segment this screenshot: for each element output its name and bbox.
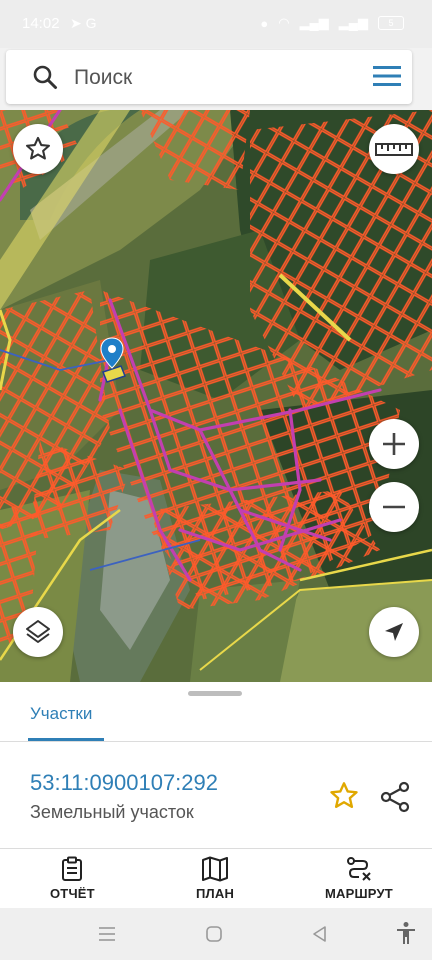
satellite-map[interactable] bbox=[0, 110, 432, 682]
status-bar: 14:02 ➤ G ● ◠ ▂▄▆ ▂▄▆ 5 bbox=[0, 0, 432, 48]
search-icon[interactable] bbox=[32, 64, 58, 90]
favorites-button[interactable] bbox=[13, 124, 63, 174]
tab-divider bbox=[0, 741, 432, 742]
status-system-icons: ● ◠ ▂▄▆ ▂▄▆ 5 bbox=[260, 15, 404, 31]
nav-plan[interactable]: ПЛАН bbox=[196, 856, 234, 901]
signal-icon: ▂▄▆ bbox=[299, 15, 329, 30]
battery-icon: 5 bbox=[378, 16, 404, 30]
nav-report-label: ОТЧЁТ bbox=[50, 886, 95, 901]
wifi-icon: ◠ bbox=[278, 15, 290, 30]
zoom-out-button[interactable] bbox=[369, 482, 419, 532]
ruler-button[interactable] bbox=[369, 124, 419, 174]
back-icon[interactable] bbox=[311, 925, 329, 943]
map-view[interactable] bbox=[0, 110, 432, 682]
accessibility-icon[interactable] bbox=[395, 921, 417, 945]
nav-route-label: МАРШРУТ bbox=[325, 886, 393, 901]
status-time: 14:02 bbox=[22, 15, 60, 32]
parcel-cadastral-number[interactable]: 53:11:0900107:292 bbox=[30, 770, 218, 796]
nav-route[interactable]: МАРШРУТ bbox=[325, 856, 393, 901]
nav-plan-label: ПЛАН bbox=[196, 886, 235, 901]
home-icon[interactable] bbox=[205, 925, 223, 943]
search-bar bbox=[6, 50, 412, 104]
my-location-button[interactable] bbox=[369, 607, 419, 657]
route-icon bbox=[346, 857, 371, 881]
recent-apps-icon[interactable] bbox=[98, 925, 116, 943]
tab-parcels[interactable]: Участки bbox=[30, 704, 92, 724]
sheet-bottom-divider bbox=[0, 848, 432, 849]
search-input[interactable] bbox=[72, 59, 356, 97]
status-notification-icons: ➤ G bbox=[70, 15, 97, 31]
sheet-drag-handle[interactable] bbox=[188, 691, 242, 696]
plus-icon bbox=[383, 433, 405, 455]
ruler-icon bbox=[375, 143, 413, 156]
navigation-arrow-icon bbox=[385, 623, 403, 641]
report-icon bbox=[62, 856, 83, 881]
bottom-nav: ОТЧЁТ ПЛАН МАРШРУТ bbox=[0, 850, 432, 908]
zoom-in-button[interactable] bbox=[369, 419, 419, 469]
layers-icon bbox=[26, 620, 50, 643]
favorite-star-icon[interactable] bbox=[328, 780, 360, 812]
system-navigation-bar bbox=[0, 908, 432, 960]
share-icon[interactable] bbox=[378, 780, 412, 814]
parcel-type: Земельный участок bbox=[30, 802, 194, 822]
minus-icon bbox=[383, 505, 405, 509]
signal2-icon: ▂▄▆ bbox=[338, 15, 368, 30]
menu-icon[interactable] bbox=[372, 63, 402, 89]
star-outline-icon bbox=[25, 136, 51, 160]
map-icon bbox=[202, 856, 229, 882]
nav-report[interactable]: ОТЧЁТ bbox=[50, 856, 95, 901]
location-icon: ● bbox=[260, 15, 269, 31]
layers-button[interactable] bbox=[13, 607, 63, 657]
